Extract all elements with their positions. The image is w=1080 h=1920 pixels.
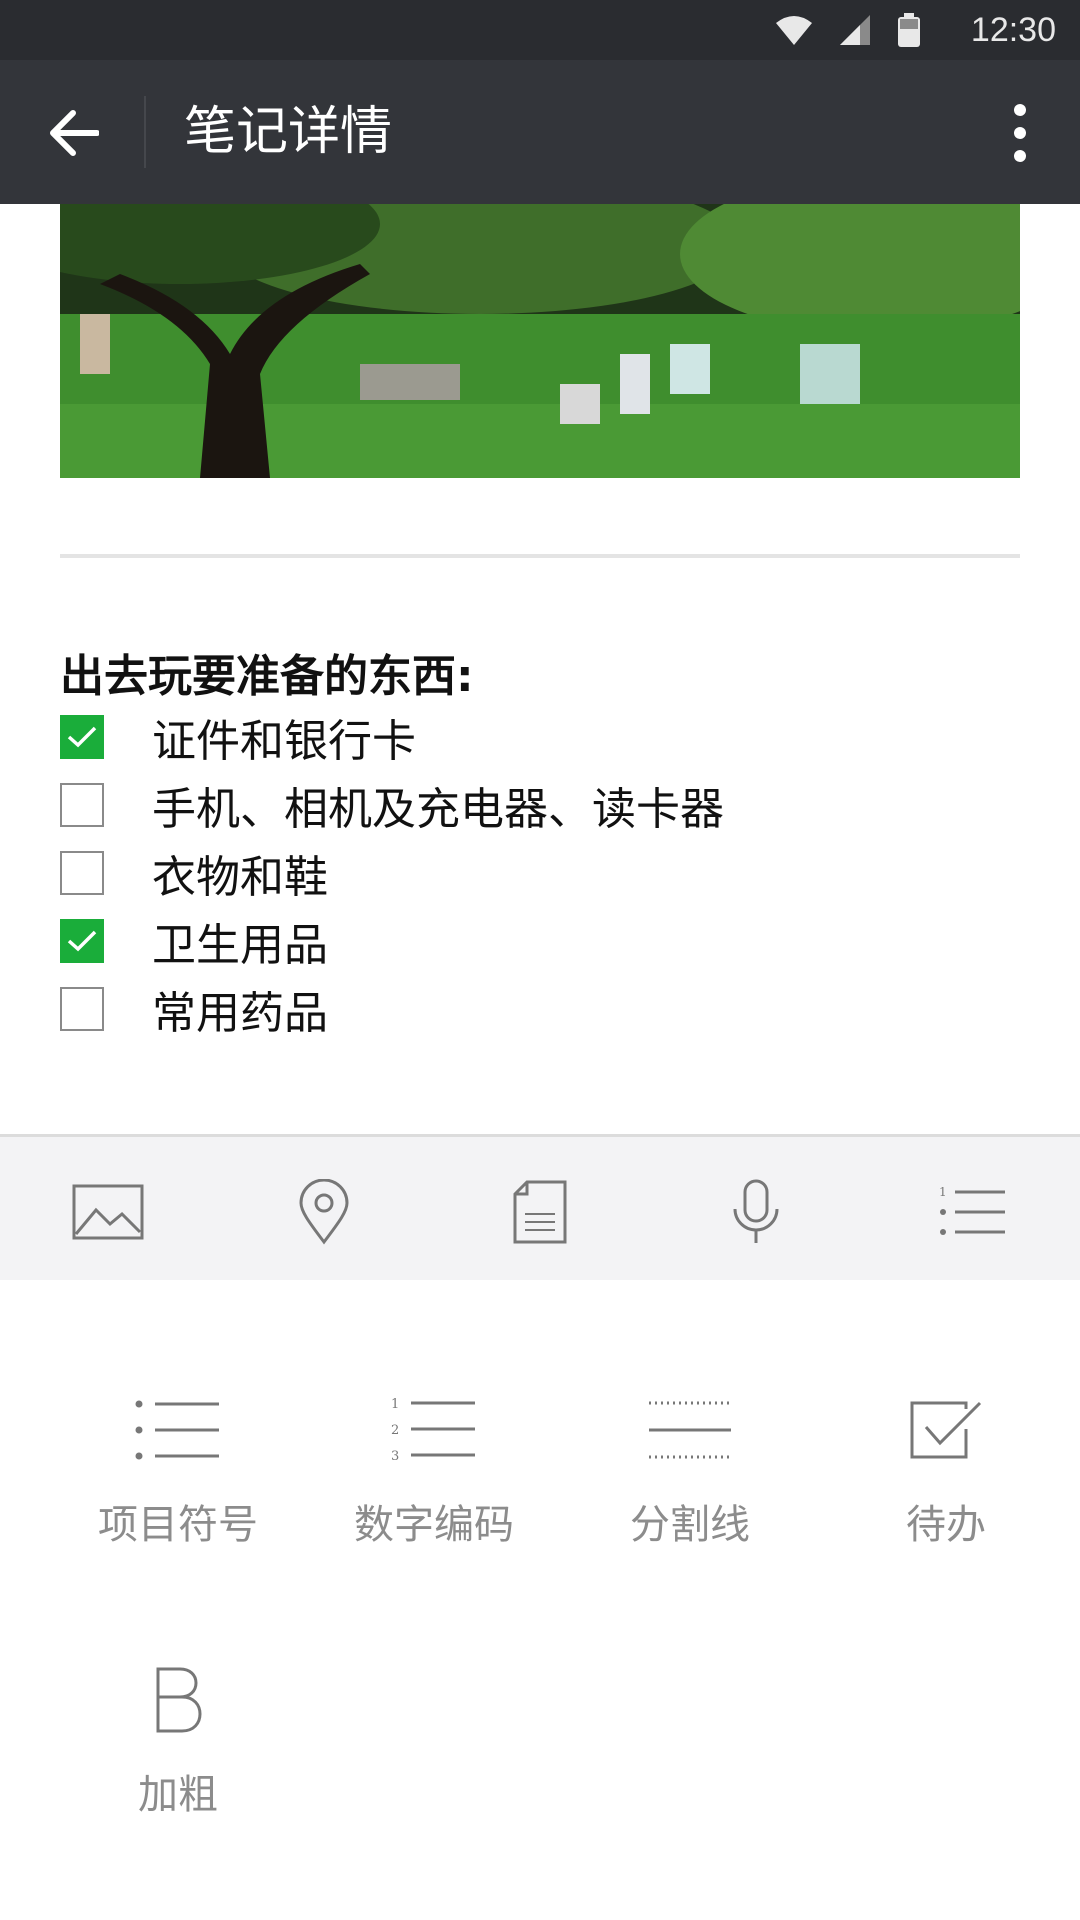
todo-label: 手机、相机及充电器、读卡器	[152, 784, 724, 835]
image-icon	[72, 1184, 144, 1240]
numbered-list-icon: 1	[939, 1185, 1005, 1235]
note-divider	[60, 554, 1020, 558]
todo-item: 手机、相机及充电器、读卡器	[60, 780, 724, 835]
cell-signal-icon	[840, 15, 870, 45]
record-voice-button[interactable]	[718, 1177, 794, 1247]
format-bold-button[interactable]: 加粗	[68, 1660, 288, 1820]
divider-line-icon	[649, 1401, 731, 1459]
note-heading: 出去玩要准备的东西:	[60, 651, 474, 702]
format-label: 待办	[906, 1502, 986, 1548]
todo-checkbox-checked[interactable]	[60, 919, 104, 963]
status-icons	[776, 12, 920, 48]
insert-document-button[interactable]	[502, 1177, 578, 1247]
check-icon	[67, 726, 97, 748]
note-photo[interactable]	[60, 204, 1020, 478]
todo-label: 常用药品	[152, 988, 328, 1039]
checkbox-todo-icon	[910, 1401, 982, 1459]
svg-text:1: 1	[391, 1397, 399, 1412]
format-label: 项目符号	[98, 1502, 258, 1548]
document-icon	[513, 1180, 567, 1244]
format-bullet-button[interactable]: 项目符号	[68, 1390, 288, 1550]
status-bar: 12:30	[0, 0, 1080, 60]
todo-item: 常用药品	[60, 984, 328, 1039]
todo-label: 卫生用品	[152, 920, 328, 971]
todo-checkbox[interactable]	[60, 851, 104, 895]
todo-item: 衣物和鞋	[60, 848, 328, 903]
wifi-icon	[776, 16, 812, 45]
format-label: 分割线	[630, 1502, 750, 1548]
format-numbered-button[interactable]: 1 2 3 数字编码	[324, 1390, 544, 1550]
format-divider-button[interactable]: 分割线	[580, 1390, 800, 1550]
svg-text:1: 1	[939, 1185, 947, 1199]
status-time: 12:30	[970, 11, 1056, 49]
format-list-button[interactable]: 1	[934, 1177, 1010, 1247]
check-icon	[67, 930, 97, 952]
todo-item: 证件和银行卡	[60, 712, 416, 767]
more-vertical-icon	[1014, 104, 1026, 162]
todo-label: 证件和银行卡	[152, 716, 416, 767]
park-photo-image	[60, 204, 1020, 478]
svg-text:3: 3	[391, 1449, 399, 1463]
todo-label: 衣物和鞋	[152, 852, 328, 903]
todo-checkbox-checked[interactable]	[60, 715, 104, 759]
app-bar-divider	[144, 96, 146, 168]
todo-item: 卫生用品	[60, 916, 328, 971]
bullet-list-icon	[135, 1400, 219, 1460]
back-button[interactable]	[36, 96, 110, 170]
back-arrow-icon	[50, 110, 99, 156]
page-title: 笔记详情	[184, 102, 393, 162]
format-label: 加粗	[138, 1772, 218, 1818]
battery-icon	[898, 13, 920, 47]
numbered-list-icon: 1 2 3	[391, 1397, 475, 1463]
todo-checkbox[interactable]	[60, 987, 104, 1031]
bold-icon	[156, 1667, 202, 1733]
location-pin-icon	[299, 1179, 349, 1245]
more-options-button[interactable]	[990, 96, 1050, 170]
todo-checkbox[interactable]	[60, 783, 104, 827]
format-label: 数字编码	[354, 1502, 514, 1548]
insert-image-button[interactable]	[70, 1177, 146, 1247]
format-todo-button[interactable]: 待办	[836, 1390, 1056, 1550]
microphone-icon	[733, 1179, 779, 1243]
insert-toolbar: 1	[0, 1134, 1080, 1280]
app-bar: 笔记详情	[0, 60, 1080, 204]
insert-location-button[interactable]	[286, 1177, 362, 1247]
svg-text:2: 2	[391, 1423, 399, 1438]
